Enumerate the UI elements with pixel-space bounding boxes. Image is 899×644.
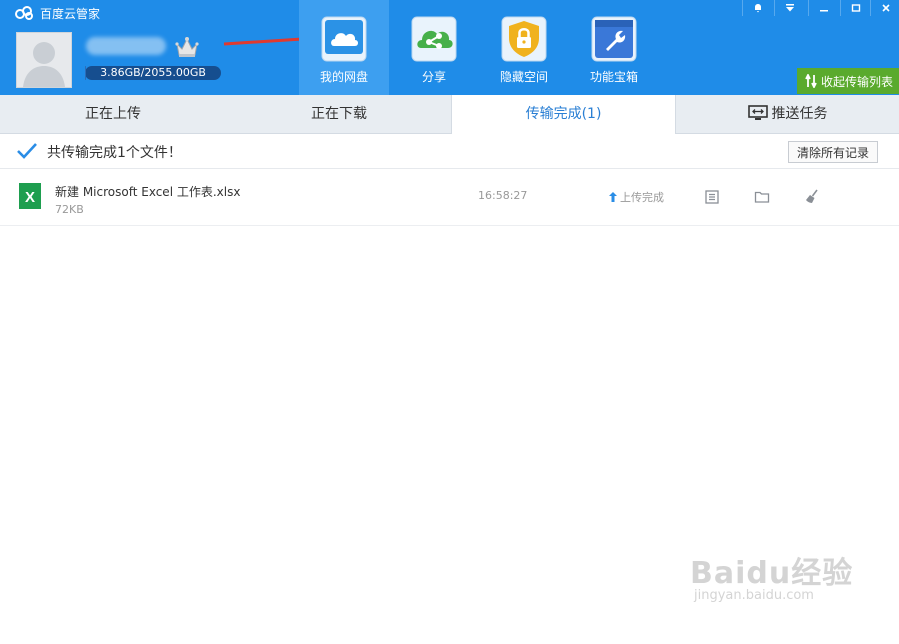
upload-arrow-icon — [609, 192, 617, 202]
nav-label: 我的网盘 — [319, 70, 368, 84]
file-status-label: 上传完成 — [620, 191, 664, 204]
file-status: 上传完成 — [608, 189, 664, 205]
username-blurred — [86, 37, 166, 55]
tab-downloading[interactable]: 正在下载 — [226, 95, 452, 133]
nav-label: 功能宝箱 — [589, 70, 638, 84]
avatar[interactable] — [16, 32, 72, 88]
push-screen-icon — [747, 105, 768, 120]
broom-clear-icon[interactable] — [804, 189, 820, 205]
menu-chevron-down-icon — [786, 4, 794, 12]
open-folder-icon[interactable] — [754, 189, 770, 205]
nav-share[interactable]: 分享 — [389, 0, 479, 95]
tab-uploading[interactable]: 正在上传 — [0, 95, 226, 133]
collapse-arrows-icon — [805, 74, 817, 88]
nav-toolbox[interactable]: 功能宝箱 — [569, 0, 659, 95]
lock-icon — [501, 16, 547, 62]
header-bar: 百度云管家 3.86GB/2055.00GB 我的网盘 分享 隐藏空间 功能宝箱… — [0, 0, 899, 95]
clear-all-records-button[interactable]: 清除所有记录 — [788, 141, 878, 163]
storage-quota-bar: 3.86GB/2055.00GB — [85, 66, 221, 80]
excel-file-icon: X — [19, 183, 41, 209]
file-details-icon[interactable] — [704, 189, 720, 205]
vip-crown-icon[interactable] — [175, 36, 199, 58]
baidu-cloud-logo-icon — [15, 6, 33, 20]
file-name: 新建 Microsoft Excel 工作表.xlsx — [55, 185, 241, 199]
file-size: 72KB — [55, 203, 84, 216]
collapse-transfer-list-button[interactable]: 收起传输列表 — [797, 68, 899, 94]
bell-icon — [755, 4, 761, 13]
tab-completed[interactable]: 传输完成(1) — [451, 95, 676, 134]
app-title-bar: 百度云管家 — [14, 4, 100, 22]
transfer-summary: 共传输完成1个文件！ 清除所有记录 — [0, 134, 899, 169]
checkmark-icon — [17, 143, 37, 159]
tab-push-tasks[interactable]: 推送任务 — [676, 95, 899, 133]
nav-my-netdisk[interactable]: 我的网盘 — [299, 0, 389, 95]
tab-label: 正在下载 — [311, 106, 367, 122]
close-button[interactable] — [870, 0, 899, 16]
collapse-label: 收起传输列表 — [821, 74, 894, 89]
watermark-brand: Baidu经验 — [690, 556, 854, 591]
svg-text:X: X — [25, 189, 35, 206]
tab-label: 传输完成(1) — [525, 106, 602, 122]
nav-label: 隐藏空间 — [499, 70, 548, 84]
nav-label: 分享 — [421, 70, 446, 84]
maximize-icon — [851, 4, 861, 12]
notification-button[interactable] — [742, 0, 773, 16]
summary-text: 共传输完成1个文件！ — [47, 145, 182, 161]
cloud-icon — [321, 16, 367, 62]
baidu-jingyan-watermark: Baidu经验 jingyan.baidu.com — [690, 548, 853, 603]
app-title: 百度云管家 — [40, 6, 101, 21]
table-row[interactable]: X 新建 Microsoft Excel 工作表.xlsx 72KB 16:58… — [0, 169, 899, 226]
close-icon — [882, 4, 890, 12]
menu-button[interactable] — [774, 0, 805, 16]
share-icon — [411, 16, 457, 62]
minimize-button[interactable] — [808, 0, 839, 16]
file-time: 16:58:27 — [478, 189, 528, 202]
maximize-button[interactable] — [840, 0, 871, 16]
minimize-icon — [820, 10, 828, 12]
tab-label: 推送任务 — [771, 106, 828, 122]
avatar-silhouette-icon — [23, 42, 65, 87]
nav-hidden-space[interactable]: 隐藏空间 — [479, 0, 569, 95]
tab-label: 正在上传 — [85, 106, 141, 122]
storage-quota-text: 3.86GB/2055.00GB — [100, 66, 206, 79]
wrench-icon — [591, 16, 637, 62]
transfer-tabs: 正在上传 正在下载 传输完成(1) 推送任务 — [0, 95, 899, 134]
